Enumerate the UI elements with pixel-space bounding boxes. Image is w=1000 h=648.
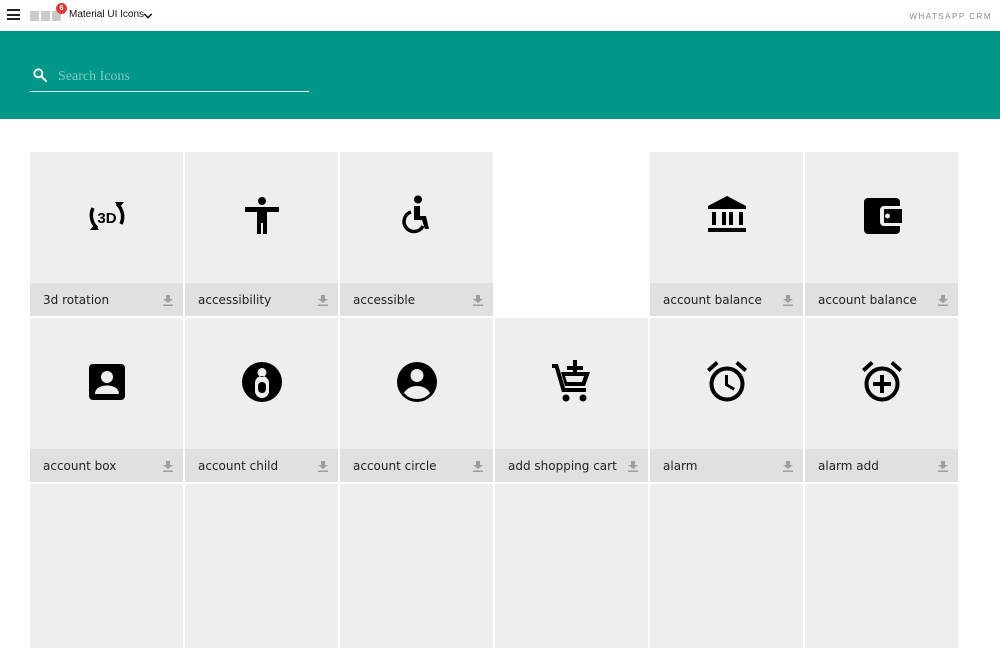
tile-footer: add shopping cart: [495, 449, 648, 482]
app-title: Material UI Icons: [69, 9, 145, 20]
download-icon[interactable]: [473, 293, 483, 306]
account-box-icon: [83, 358, 131, 406]
icon-tile[interactable]: account child: [185, 318, 338, 482]
icon-label: account child: [198, 459, 279, 473]
icon-tile[interactable]: [650, 484, 803, 648]
tile-footer: account box: [30, 449, 183, 482]
search-bar: [30, 61, 310, 92]
menu-icon[interactable]: [7, 9, 20, 20]
tile-footer: account child: [185, 449, 338, 482]
accessible-icon: [393, 192, 441, 240]
brand-name: WHATSAPP CRM: [909, 12, 992, 21]
download-icon[interactable]: [473, 459, 483, 472]
icon-label: accessible: [353, 293, 416, 307]
alarm-add-icon: [858, 358, 906, 406]
icon-tile[interactable]: account circle: [340, 318, 493, 482]
icon-tile[interactable]: alarm: [650, 318, 803, 482]
icon-tile[interactable]: [805, 484, 958, 648]
tile-footer: 3d rotation: [30, 283, 183, 316]
icon-tile[interactable]: [185, 484, 338, 648]
tile-footer: account balance: [805, 283, 958, 316]
icon-tile[interactable]: [495, 484, 648, 648]
account-balance-icon: [703, 192, 751, 240]
icon-tile[interactable]: [30, 484, 183, 648]
3d-rotation-icon: 3D: [83, 192, 131, 240]
account-circle-icon: [393, 358, 441, 406]
icon-tile[interactable]: account balance: [805, 152, 958, 316]
icon-tile[interactable]: accessibility: [185, 152, 338, 316]
download-icon[interactable]: [938, 459, 948, 472]
tile-footer: account circle: [340, 449, 493, 482]
tile-footer: accessible: [340, 283, 493, 316]
icon-tile[interactable]: add shopping cart: [495, 318, 648, 482]
download-icon[interactable]: [318, 293, 328, 306]
chevron-down-icon[interactable]: [143, 8, 153, 19]
account-balance-wallet-icon: [858, 192, 906, 240]
icon-label: alarm add: [818, 459, 879, 473]
icon-tile[interactable]: [340, 484, 493, 648]
download-icon[interactable]: [163, 293, 173, 306]
alarm-icon: [703, 358, 751, 406]
icon-label: account balance: [818, 293, 917, 307]
top-bar: 6 Material UI Icons WHATSAPP CRM: [0, 0, 1000, 31]
tile-footer: alarm add: [805, 449, 958, 482]
icon-label: add shopping cart: [508, 459, 617, 473]
download-icon[interactable]: [628, 459, 638, 472]
empty-tile: [495, 152, 648, 316]
tile-footer: alarm: [650, 449, 803, 482]
icon-tile[interactable]: accessible: [340, 152, 493, 316]
icon-tile[interactable]: account box: [30, 318, 183, 482]
download-icon[interactable]: [163, 459, 173, 472]
accessibility-icon: [238, 192, 286, 240]
icon-label: alarm: [663, 459, 698, 473]
download-icon[interactable]: [318, 459, 328, 472]
account-child-icon: [238, 358, 286, 406]
tile-footer: accessibility: [185, 283, 338, 316]
icon-label: account box: [43, 459, 117, 473]
search-icon: [32, 67, 48, 83]
download-icon[interactable]: [783, 293, 793, 306]
svg-text:3D: 3D: [97, 210, 116, 227]
icon-tile[interactable]: alarm add: [805, 318, 958, 482]
icon-tile[interactable]: account balance: [650, 152, 803, 316]
icon-label: 3d rotation: [43, 293, 110, 307]
icon-label: account circle: [353, 459, 437, 473]
notification-badge: 6: [56, 3, 67, 14]
tile-footer: account balance: [650, 283, 803, 316]
add-shopping-cart-icon: [548, 358, 596, 406]
download-icon[interactable]: [938, 293, 948, 306]
icon-tile[interactable]: 3D 3d rotation: [30, 152, 183, 316]
search-input[interactable]: [56, 65, 310, 89]
icon-label: account balance: [663, 293, 762, 307]
icon-label: accessibility: [198, 293, 272, 307]
download-icon[interactable]: [783, 459, 793, 472]
